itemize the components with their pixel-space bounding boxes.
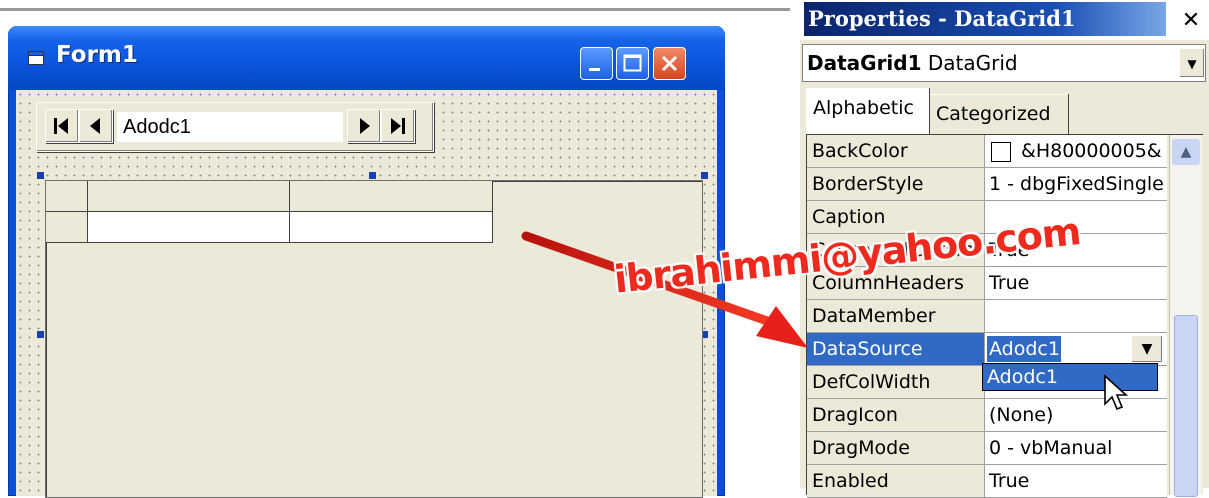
mouse-cursor-icon	[1104, 374, 1129, 411]
